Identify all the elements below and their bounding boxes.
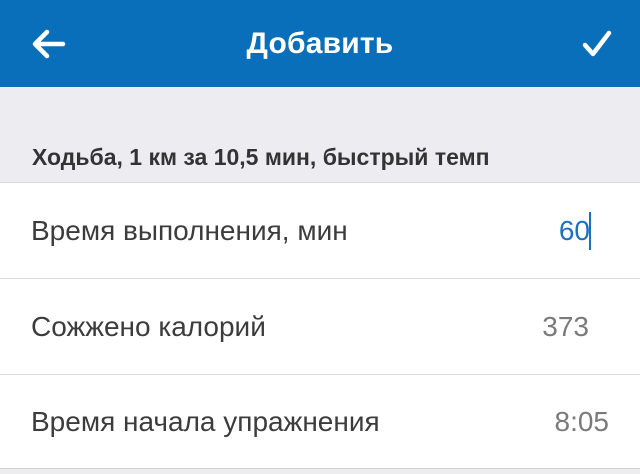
top-navigation-bar: Добавить	[0, 0, 640, 87]
done-button[interactable]	[576, 24, 618, 64]
text-cursor	[589, 211, 591, 250]
bottom-background	[0, 470, 640, 474]
start-time-label: Время начала упражнения	[31, 405, 380, 437]
back-button[interactable]	[28, 24, 70, 64]
page-title: Добавить	[246, 27, 394, 60]
exercise-header: Ходьба, 1 км за 10,5 мин, быстрый темп	[0, 87, 640, 182]
duration-row[interactable]: Время выполнения, мин	[0, 183, 640, 279]
exercise-title: Ходьба, 1 км за 10,5 мин, быстрый темп	[32, 144, 490, 170]
arrow-left-icon	[32, 29, 66, 59]
checkmark-icon	[582, 30, 612, 57]
calories-row[interactable]: Сожжено калорий 373	[0, 279, 640, 375]
duration-label: Время выполнения, мин	[31, 214, 348, 246]
start-time-value: 8:05	[554, 405, 610, 437]
duration-input[interactable]	[470, 210, 590, 251]
exercise-form: Время выполнения, мин Сожжено калорий 37…	[0, 182, 640, 469]
start-time-row[interactable]: Время начала упражнения 8:05	[0, 375, 640, 469]
calories-value: 373	[542, 310, 589, 342]
calories-label: Сожжено калорий	[31, 310, 266, 342]
